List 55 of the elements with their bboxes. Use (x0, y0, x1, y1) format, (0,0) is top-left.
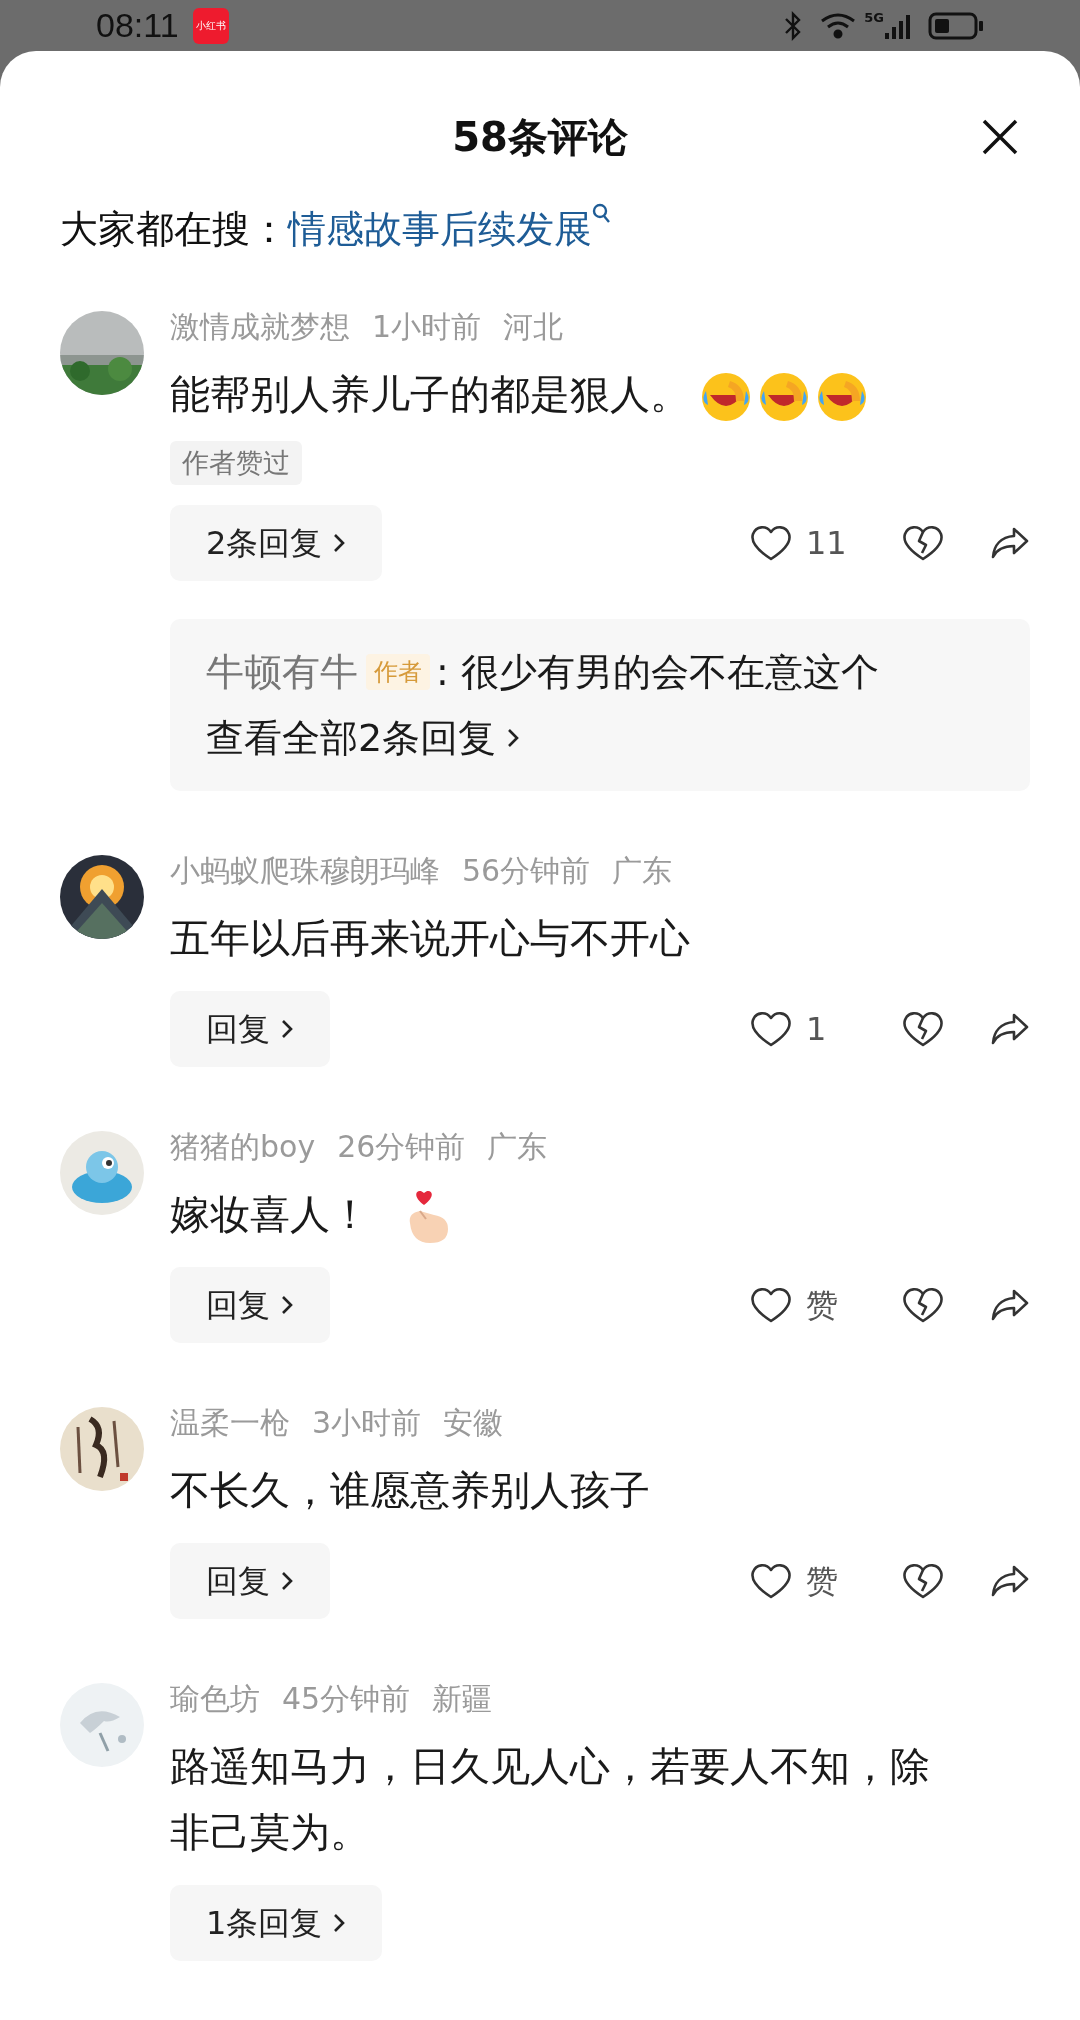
comment-location: 广东 (612, 852, 673, 890)
laughing-face-icon (758, 371, 810, 423)
heart-icon[interactable] (750, 1010, 792, 1048)
comment-text: 不长久，谁愿意养别人孩子 (170, 1466, 650, 1515)
reply-button[interactable]: 2条回复 (170, 505, 383, 581)
sheet-title: 58条评论 (452, 113, 628, 162)
search-icon (592, 203, 612, 225)
broken-heart-icon[interactable] (902, 524, 944, 562)
heart-icon[interactable] (750, 1562, 792, 1600)
app-badge: 小红书 (192, 7, 229, 44)
broken-heart-icon[interactable] (902, 1286, 944, 1324)
comment-text: 能帮别人养儿子的都是狠人。 (170, 361, 868, 427)
laughing-face-icon (700, 371, 752, 423)
share-icon[interactable] (990, 525, 1030, 561)
share-icon[interactable] (990, 1563, 1030, 1599)
comment-time: 1小时前 (372, 308, 482, 346)
reply-button[interactable]: 回复 (170, 1543, 330, 1619)
share-icon[interactable] (990, 1287, 1030, 1323)
close-icon (980, 117, 1020, 157)
comment-location: 广东 (487, 1128, 548, 1166)
reply-preview-card[interactable]: 牛顿有牛 作者 : 很少有男的会不在意这个 查看全部2条回复 (170, 619, 1030, 791)
comment-text: 嫁妆喜人！ (170, 1181, 454, 1247)
comment-time: 45分钟前 (282, 1680, 411, 1718)
reply-text: : 很少有男的会不在意这个 (436, 649, 879, 696)
network-type: 5G (864, 9, 884, 27)
heart-icon[interactable] (750, 1286, 792, 1324)
share-icon[interactable] (990, 1011, 1030, 1047)
broken-heart-icon[interactable] (902, 1562, 944, 1600)
comment-location: 新疆 (432, 1680, 493, 1718)
reply-author[interactable]: 牛顿有牛 (206, 639, 358, 705)
reply-button[interactable]: 回复 (170, 1267, 330, 1343)
comment-time: 56分钟前 (462, 852, 591, 890)
reply-button[interactable]: 回复 (170, 991, 330, 1067)
author-badge: 作者 (366, 654, 430, 690)
laughing-face-icon (816, 371, 868, 423)
like-count: 赞 (806, 1285, 839, 1326)
comment-text: 五年以后再来说开心与不开心 (170, 914, 690, 963)
comment-location: 河北 (503, 308, 564, 346)
reply-button[interactable]: 1条回复 (170, 1885, 383, 1961)
close-button[interactable] (980, 117, 1020, 157)
view-all-replies-link[interactable]: 查看全部2条回复 (206, 705, 994, 771)
broken-heart-icon[interactable] (902, 1010, 944, 1048)
battery-icon (928, 10, 984, 41)
comment-text: 路遥知马力，日久见人心，若要人不知，除非己莫为。 (170, 1742, 931, 1857)
comment-time: 26分钟前 (337, 1128, 466, 1166)
status-time: 08:11 (96, 5, 179, 46)
comment-time: 3小时前 (312, 1404, 422, 1442)
like-count: 1 (806, 1009, 828, 1050)
author-liked-tag: 作者赞过 (170, 441, 302, 485)
comment-location: 安徽 (443, 1404, 504, 1442)
like-count: 11 (806, 523, 848, 564)
search-suggestion-link[interactable]: 情感故事后续发展 (288, 201, 592, 257)
heart-icon[interactable] (750, 524, 792, 562)
like-count: 赞 (806, 1561, 839, 1602)
search-suggestion-label: 大家都在搜： (60, 206, 288, 253)
